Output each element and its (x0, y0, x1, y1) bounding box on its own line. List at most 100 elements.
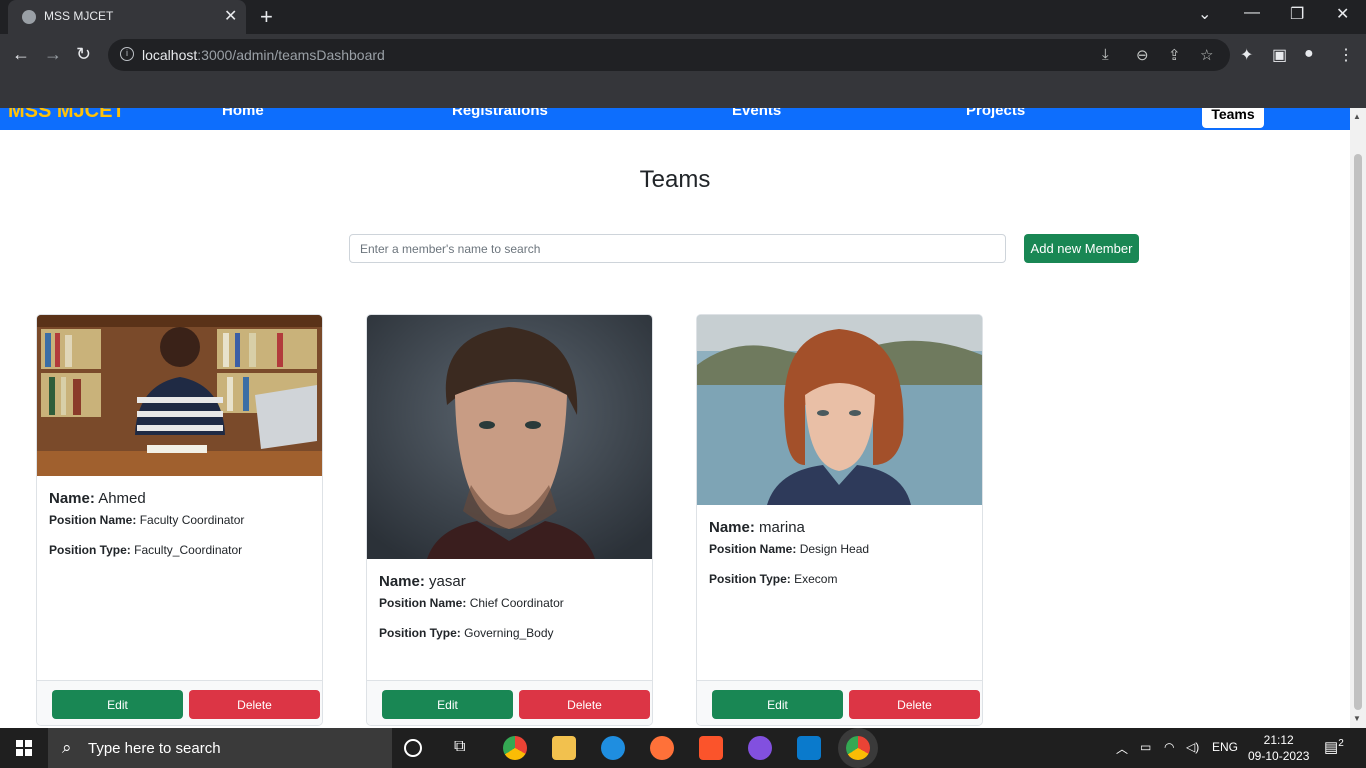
language-indicator[interactable]: ENG (1212, 740, 1238, 754)
tray-chevron-icon[interactable]: ︿ (1116, 740, 1128, 757)
notification-count: 2 (1338, 738, 1344, 749)
position-type: Position Type: Faculty_Coordinator (49, 543, 244, 557)
volume-icon[interactable]: ◁) (1186, 740, 1199, 754)
edit-button[interactable]: Edit (52, 690, 183, 719)
chrome-profile-icon[interactable] (846, 736, 870, 760)
name-label: Name: (709, 519, 755, 536)
firefox-icon[interactable] (650, 736, 674, 760)
page-title: Teams (639, 166, 711, 193)
url-text[interactable]: localhost:3000/admin/teamsDashboard (142, 47, 385, 63)
side-panel-icon[interactable]: ▣ (1272, 45, 1287, 65)
position-name-label: Position Name: (49, 513, 137, 527)
site-info-icon[interactable]: i (120, 47, 134, 61)
member-photo (367, 315, 652, 559)
wifi-icon[interactable]: ◠ (1164, 740, 1174, 754)
scroll-down-icon[interactable]: ▼ (1353, 714, 1361, 723)
task-view-icon[interactable]: ⧉ (454, 738, 465, 756)
vscode-icon[interactable] (797, 736, 821, 760)
edit-button[interactable]: Edit (382, 690, 513, 719)
nav-link-projects[interactable]: Projects (966, 108, 1025, 119)
chrome-icon[interactable] (503, 736, 527, 760)
forward-icon[interactable]: → (44, 44, 62, 65)
cortana-icon[interactable] (404, 739, 422, 757)
name-value: Ahmed (98, 490, 146, 507)
member-photo (37, 315, 322, 476)
position-type-label: Position Type: (709, 572, 791, 586)
edge-icon[interactable] (601, 736, 625, 760)
member-details: Name: yasar Position Name: Chief Coordin… (379, 573, 564, 656)
page-scrollbar[interactable]: ▲ ▼ (1350, 108, 1366, 728)
taskbar-search[interactable]: ⌕ Type here to search (48, 728, 392, 768)
extensions-icon[interactable]: ✦ (1240, 45, 1253, 65)
position-type: Position Type: Governing_Body (379, 626, 564, 640)
nav-link-home[interactable]: Home (222, 108, 264, 119)
restore-button[interactable]: ❐ (1290, 4, 1304, 24)
clock-date: 09-10-2023 (1248, 749, 1310, 763)
close-tab-icon[interactable]: ✕ (224, 6, 237, 26)
toolbar-spacer (0, 76, 1366, 108)
edit-button[interactable]: Edit (712, 690, 843, 719)
install-icon[interactable]: ⤓ (1102, 46, 1109, 63)
position-type: Position Type: Execom (709, 572, 869, 586)
scroll-thumb[interactable] (1354, 154, 1362, 710)
nav-link-events[interactable]: Events (732, 108, 781, 119)
nav-link-teams[interactable]: Teams (1202, 108, 1264, 128)
member-name: Name: marina (709, 519, 869, 536)
position-name-value: Chief Coordinator (469, 596, 564, 610)
delete-button[interactable]: Delete (849, 690, 980, 719)
close-window-button[interactable]: ✕ (1336, 4, 1349, 24)
position-name-value: Design Head (799, 542, 870, 556)
member-details: Name: marina Position Name: Design Head … (709, 519, 869, 602)
member-name: Name: Ahmed (49, 490, 244, 507)
scroll-up-icon[interactable]: ▲ (1353, 112, 1361, 121)
minimize-button[interactable]: — (1244, 4, 1260, 22)
tab-search-icon[interactable]: ⌄ (1198, 4, 1211, 24)
browser-tab[interactable]: MSS MJCET ✕ (8, 0, 246, 34)
position-name-label: Position Name: (709, 542, 797, 556)
share-icon[interactable]: ⇪ (1168, 46, 1181, 64)
position-type-value: Governing_Body (464, 626, 554, 640)
card-footer: Edit Delete (37, 680, 322, 725)
delete-button[interactable]: Delete (519, 690, 650, 719)
globe-icon (22, 10, 36, 24)
position-name: Position Name: Chief Coordinator (379, 596, 564, 610)
new-tab-button[interactable]: + (260, 4, 273, 30)
brave-icon[interactable] (699, 736, 723, 760)
url-path: :3000/admin/teamsDashboard (197, 47, 385, 63)
add-member-button[interactable]: Add new Member (1024, 234, 1139, 263)
profile-icon[interactable]: ● (1304, 45, 1314, 63)
card-footer: Edit Delete (697, 680, 982, 725)
member-card: Name: yasar Position Name: Chief Coordin… (366, 314, 653, 726)
browser-tab-strip: MSS MJCET ✕ + ⌄ — ❐ ✕ (0, 0, 1366, 34)
battery-icon[interactable]: ▭ (1140, 740, 1151, 754)
notification-icon[interactable]: ▤2 (1324, 738, 1344, 756)
position-type-value: Execom (794, 572, 838, 586)
tab-title: MSS MJCET (44, 9, 114, 23)
back-icon[interactable]: ← (12, 44, 30, 65)
menu-icon[interactable]: ⋮ (1338, 45, 1354, 65)
taskbar-clock[interactable]: 21:12 09-10-2023 (1248, 732, 1309, 764)
bookmark-star-icon[interactable]: ☆ (1200, 46, 1213, 64)
name-label: Name: (379, 573, 425, 590)
zoom-icon[interactable]: ⊖ (1136, 46, 1149, 64)
site-navbar: MSS MJCET Home Registrations Events Proj… (0, 108, 1350, 130)
file-explorer-icon[interactable] (552, 736, 576, 760)
search-icon: ⌕ (62, 738, 72, 757)
windows-start-icon[interactable] (16, 740, 32, 756)
nav-link-registrations[interactable]: Registrations (452, 108, 548, 119)
name-value: marina (759, 519, 805, 536)
taskbar-search-text: Type here to search (88, 740, 221, 757)
position-name: Position Name: Design Head (709, 542, 869, 556)
clock-time: 21:12 (1263, 733, 1294, 747)
card-footer: Edit Delete (367, 680, 652, 725)
reload-icon[interactable]: ↻ (76, 44, 91, 65)
delete-button[interactable]: Delete (189, 690, 320, 719)
site-brand[interactable]: MSS MJCET (8, 108, 125, 123)
position-type-label: Position Type: (379, 626, 461, 640)
position-name-label: Position Name: (379, 596, 467, 610)
member-search-input[interactable] (349, 234, 1006, 263)
windows-taskbar: ⌕ Type here to search ⧉ ︿ ▭ ◠ ◁) ENG 21:… (0, 728, 1366, 768)
address-bar[interactable]: i localhost:3000/admin/teamsDashboard ⤓ … (108, 39, 1230, 71)
position-type-label: Position Type: (49, 543, 131, 557)
github-desktop-icon[interactable] (748, 736, 772, 760)
